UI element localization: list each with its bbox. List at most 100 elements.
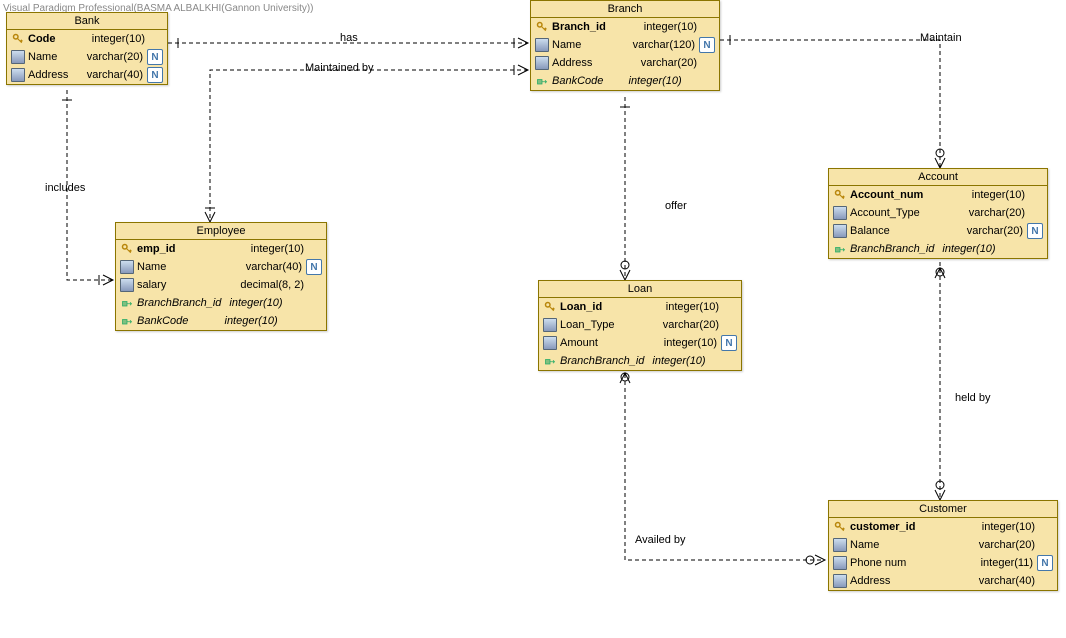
entity-title: Branch <box>531 1 719 18</box>
foreign-key-icon <box>120 314 134 328</box>
column-row[interactable]: Namevarchar(20)N <box>7 48 167 66</box>
column-type: integer(10) <box>229 297 304 309</box>
entity-columns: Account_num integer(10) Account_Type varcha… <box>829 186 1047 258</box>
column-type: integer(10) <box>225 315 305 327</box>
nullable-badge: N <box>306 259 322 275</box>
column-row[interactable]: emp_idinteger(10) <box>116 240 326 258</box>
nullable-badge: N <box>147 49 163 65</box>
column-row[interactable]: salarydecimal(8, 2) <box>116 276 326 294</box>
entity-bank[interactable]: Bank Codeinteger(10)Namevarchar(20)NAddr… <box>6 12 168 85</box>
column-icon <box>833 224 847 238</box>
column-name: Balance <box>850 225 959 237</box>
entity-columns: customer_idinteger(10) Name varchar(20) Pho… <box>829 518 1057 590</box>
column-type: integer(10) <box>652 355 719 367</box>
column-row[interactable]: customer_idinteger(10) <box>829 518 1057 536</box>
label-maintained-by: Maintained by <box>305 62 374 74</box>
entity-columns: Loan_id integer(10) Loan_Type varchar(20) Am… <box>539 298 741 370</box>
column-row[interactable]: BankCode integer(10) <box>116 312 326 330</box>
column-type: varchar(40) <box>979 575 1035 587</box>
column-name: BranchBranch_id <box>137 297 221 309</box>
column-row[interactable]: Account_num integer(10) <box>829 186 1047 204</box>
label-includes: includes <box>45 182 85 194</box>
column-row[interactable]: BranchBranch_id integer(10) <box>116 294 326 312</box>
foreign-key-icon <box>120 296 134 310</box>
entity-loan[interactable]: Loan Loan_id integer(10) Loan_Type varchar(… <box>538 280 742 371</box>
column-name: Account_num <box>850 189 964 201</box>
column-type: integer(10) <box>972 189 1025 201</box>
column-name: Name <box>850 539 971 551</box>
nullable-badge: N <box>699 37 715 53</box>
key-icon <box>535 20 549 34</box>
nullable-badge <box>308 314 322 328</box>
entity-employee[interactable]: Employee emp_idinteger(10)Namevarchar(40… <box>115 222 327 331</box>
column-icon <box>833 574 847 588</box>
column-row[interactable]: BankCodeinteger(10) <box>531 72 719 90</box>
column-name: BranchBranch_id <box>850 243 934 255</box>
column-icon <box>543 336 557 350</box>
column-icon <box>535 38 549 52</box>
column-type: varchar(20) <box>969 207 1025 219</box>
nullable-badge <box>308 296 322 310</box>
entity-customer[interactable]: Customer customer_idinteger(10) Name varch… <box>828 500 1058 591</box>
entity-title: Loan <box>539 281 741 298</box>
key-icon <box>120 242 134 256</box>
nullable-badge <box>701 56 715 70</box>
column-row[interactable]: Balancevarchar(20)N <box>829 222 1047 240</box>
entity-account[interactable]: Account Account_num integer(10) Account_Ty… <box>828 168 1048 259</box>
entity-title: Account <box>829 169 1047 186</box>
column-name: Name <box>137 261 238 273</box>
column-row[interactable]: Loan_id integer(10) <box>539 298 741 316</box>
nullable-badge <box>701 20 715 34</box>
column-row[interactable]: Addressvarchar(40)N <box>7 66 167 84</box>
column-type: varchar(40) <box>87 69 143 81</box>
column-row[interactable]: Name varchar(20) <box>829 536 1057 554</box>
column-type: integer(11) <box>981 557 1033 569</box>
column-row[interactable]: Codeinteger(10) <box>7 30 167 48</box>
column-name: Name <box>552 39 625 51</box>
column-name: emp_id <box>137 243 243 255</box>
column-row[interactable]: Namevarchar(40)N <box>116 258 326 276</box>
column-icon <box>833 556 847 570</box>
nullable-badge: N <box>147 67 163 83</box>
nullable-badge <box>1029 242 1043 256</box>
column-row[interactable]: BranchBranch_idinteger(10) <box>539 352 741 370</box>
entity-columns: Branch_idinteger(10)Namevarchar(120)NAdd… <box>531 18 719 90</box>
column-icon <box>120 278 134 292</box>
column-name: BankCode <box>137 315 217 327</box>
column-row[interactable]: BranchBranch_id integer(10) <box>829 240 1047 258</box>
label-has: has <box>340 32 358 44</box>
column-row[interactable]: Namevarchar(120)N <box>531 36 719 54</box>
column-type: integer(10) <box>982 521 1035 533</box>
nullable-badge <box>723 318 737 332</box>
nullable-badge <box>1039 574 1053 588</box>
label-offer: offer <box>665 200 687 212</box>
column-name: Phone num <box>850 557 973 569</box>
column-type: integer(10) <box>664 337 717 349</box>
nullable-badge <box>308 242 322 256</box>
column-type: integer(10) <box>92 33 145 45</box>
column-row[interactable]: Addressvarchar(20) <box>531 54 719 72</box>
entity-title: Customer <box>829 501 1057 518</box>
column-row[interactable]: Branch_idinteger(10) <box>531 18 719 36</box>
column-icon <box>11 68 25 82</box>
entity-title: Employee <box>116 223 326 240</box>
column-name: Account_Type <box>850 207 961 219</box>
key-icon <box>833 520 847 534</box>
column-row[interactable]: Account_Type varchar(20) <box>829 204 1047 222</box>
column-row[interactable]: Addressvarchar(40) <box>829 572 1057 590</box>
column-row[interactable]: Loan_Type varchar(20) <box>539 316 741 334</box>
label-held-by: held by <box>955 392 990 404</box>
column-name: Loan_Type <box>560 319 655 331</box>
column-type: integer(10) <box>942 243 1025 255</box>
nullable-badge <box>723 354 737 368</box>
column-name: Loan_id <box>560 301 658 313</box>
column-type: varchar(20) <box>979 539 1035 551</box>
key-icon <box>833 188 847 202</box>
column-type: integer(10) <box>666 301 719 313</box>
column-row[interactable]: Amountinteger(10)N <box>539 334 741 352</box>
entity-branch[interactable]: Branch Branch_idinteger(10)Namevarchar(1… <box>530 0 720 91</box>
foreign-key-icon <box>543 354 557 368</box>
column-type: varchar(20) <box>87 51 143 63</box>
column-row[interactable]: Phone numinteger(11)N <box>829 554 1057 572</box>
column-type: varchar(20) <box>663 319 719 331</box>
